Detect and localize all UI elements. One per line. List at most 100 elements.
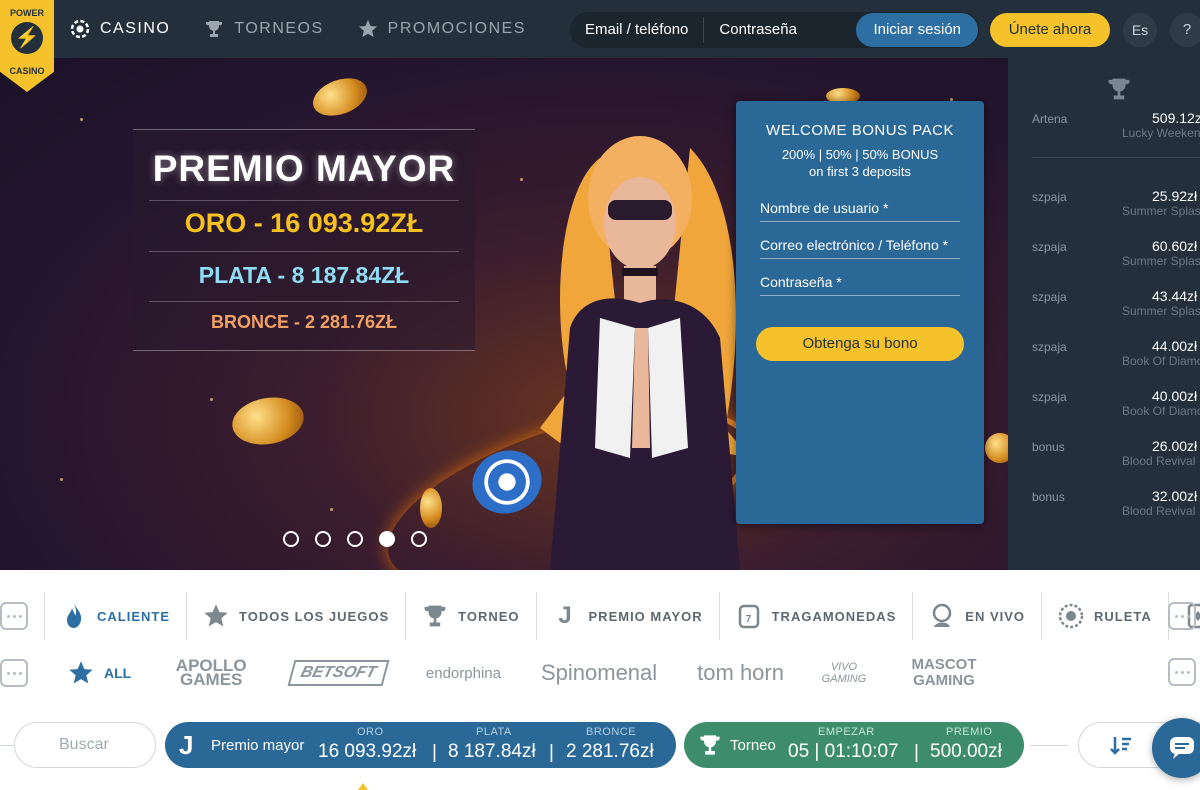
get-bonus-button[interactable]: Obtenga su bono bbox=[756, 327, 964, 361]
category-ruleta[interactable]: RULETA bbox=[1042, 592, 1169, 640]
coin-image bbox=[985, 433, 1008, 463]
live-dealer-icon bbox=[929, 603, 955, 629]
password-field[interactable]: Contraseña * bbox=[760, 274, 960, 296]
category-label: EN VIVO bbox=[965, 608, 1026, 624]
password-field[interactable]: Contraseña bbox=[704, 12, 812, 48]
jackpot-j-icon: J bbox=[558, 602, 573, 629]
category-caliente[interactable]: CALIENTE bbox=[45, 592, 187, 640]
winner-name: szpaja bbox=[1032, 190, 1067, 204]
provider-apollo[interactable]: APOLLO GAMES bbox=[151, 650, 271, 696]
winner-name: bonus bbox=[1032, 490, 1065, 504]
category-label: TRAGAMONEDAS bbox=[771, 608, 897, 624]
prize-value: 500.00zł bbox=[930, 741, 1002, 762]
winner-game: Summer Splash bbox=[1122, 254, 1200, 268]
separator: | bbox=[432, 742, 437, 763]
carousel-dot[interactable] bbox=[283, 531, 299, 547]
email-phone-field[interactable]: Correo electrónico / Teléfono * bbox=[760, 237, 960, 259]
casino-chip-icon bbox=[70, 19, 90, 39]
winner-game: Blood Revival bbox=[1122, 504, 1196, 518]
winner-game: Summer Splash bbox=[1122, 204, 1200, 218]
carousel-dot[interactable] bbox=[315, 531, 331, 547]
username-field[interactable]: Nombre de usuario * bbox=[760, 200, 960, 222]
provider-mascot[interactable]: MASCOT GAMING bbox=[884, 650, 1004, 696]
join-button[interactable]: Únete ahora bbox=[990, 13, 1110, 47]
lightning-icon: ⚡ bbox=[11, 22, 43, 54]
divider bbox=[149, 301, 459, 302]
more-categories-button-right[interactable] bbox=[1168, 602, 1196, 630]
winner-row: bonus 32.00zł Blood Revival bbox=[1032, 488, 1200, 530]
winner-game: Summer Splash bbox=[1122, 304, 1200, 318]
gold-header: ORO bbox=[357, 726, 384, 738]
provider-betsoft[interactable]: BETSOFT bbox=[271, 650, 406, 696]
more-icon bbox=[1168, 658, 1196, 686]
sparkle bbox=[520, 178, 523, 181]
winner-game: Book Of Diamonds bbox=[1122, 404, 1200, 418]
more-categories-button[interactable] bbox=[0, 592, 45, 640]
nav-torneos[interactable]: TORNEOS bbox=[204, 19, 323, 39]
category-tragamonedas[interactable]: 7 TRAGAMONEDAS bbox=[720, 592, 914, 640]
carousel-dot[interactable] bbox=[379, 531, 395, 547]
svg-text:7: 7 bbox=[745, 614, 752, 625]
bonus-title: WELCOME BONUS PACK bbox=[766, 122, 954, 139]
divider bbox=[149, 251, 459, 252]
category-label: RULETA bbox=[1094, 608, 1152, 624]
tournament-ticker-label: Torneo bbox=[730, 737, 776, 754]
bonus-subtitle: 200% | 50% | 50% BONUS bbox=[781, 147, 939, 162]
winner-amount: 25.92zł bbox=[1152, 188, 1198, 204]
provider-endorphina[interactable]: endorphina bbox=[406, 650, 521, 696]
main-nav: CASINO TORNEOS PROMOCIONES bbox=[70, 0, 526, 58]
category-torneo[interactable]: TORNEO bbox=[406, 592, 537, 640]
chat-icon bbox=[1170, 737, 1194, 759]
provider-spinomenal[interactable]: Spinomenal bbox=[521, 650, 677, 696]
divider bbox=[1030, 745, 1068, 746]
tournament-ticker[interactable]: Torneo EMPEZAR 05 | 01:10:07 | PREMIO 50… bbox=[684, 722, 1024, 768]
logo-text-top: POWER bbox=[9, 8, 44, 18]
help-button[interactable]: ? bbox=[1170, 13, 1200, 47]
bonus-subtitle: on first 3 deposits bbox=[809, 164, 911, 179]
search-input[interactable]: Buscar bbox=[14, 722, 156, 768]
winner-game: Book Of Diamonds bbox=[1122, 354, 1200, 368]
language-button[interactable]: Es bbox=[1123, 13, 1157, 47]
jackpot-panel: PREMIO MAYOR ORO - 16 093.92ZŁ PLATA - 8… bbox=[133, 129, 475, 351]
nav-casino-label: CASINO bbox=[100, 20, 171, 37]
jackpot-bronze: BRONCE - 2 281.76ZŁ bbox=[210, 312, 398, 332]
category-en-vivo[interactable]: EN VIVO bbox=[913, 592, 1043, 640]
login-button[interactable]: Iniciar sesión bbox=[856, 13, 978, 47]
category-premio-mayor[interactable]: J PREMIO MAYOR bbox=[537, 592, 720, 640]
slot-machine-icon: 7 bbox=[736, 603, 762, 629]
more-providers-button[interactable] bbox=[0, 650, 48, 696]
trophy-icon bbox=[1108, 78, 1130, 100]
winner-game: Blood Revival bbox=[1122, 454, 1196, 468]
carousel-dot[interactable] bbox=[411, 531, 427, 547]
separator: | bbox=[549, 742, 554, 763]
more-providers-button-right[interactable] bbox=[1168, 658, 1196, 686]
email-field[interactable]: Email / teléfono bbox=[570, 12, 703, 48]
jackpot-ticker[interactable]: J Premio mayor ORO 16 093.92zł | PLATA 8… bbox=[165, 722, 676, 768]
more-icon bbox=[1168, 602, 1196, 630]
winner-row: bonus 26.00zł Blood Revival bbox=[1032, 438, 1200, 480]
hero-character-image bbox=[540, 136, 750, 570]
nav-promociones[interactable]: PROMOCIONES bbox=[358, 19, 526, 39]
jackpot-ticker-label: Premio mayor bbox=[211, 737, 305, 754]
category-tabs: CALIENTE TODOS LOS JUEGOS TORNEO J PREMI… bbox=[0, 592, 1200, 640]
winner-row: szpaja 25.92zł Summer Splash bbox=[1032, 188, 1200, 230]
logo-text-bottom: CASINO bbox=[9, 66, 45, 76]
separator: | bbox=[914, 742, 919, 763]
nav-torneos-label: TORNEOS bbox=[234, 20, 324, 37]
start-header: EMPEZAR bbox=[818, 726, 875, 738]
category-label: TORNEO bbox=[458, 608, 520, 624]
provider-tomhorn[interactable]: tom horn bbox=[677, 650, 804, 696]
provider-all[interactable]: ALL bbox=[48, 650, 151, 696]
category-todos[interactable]: TODOS LOS JUEGOS bbox=[187, 592, 407, 640]
bronze-value: 2 281.76zł bbox=[566, 741, 654, 762]
provider-vivo[interactable]: VIVO GAMING bbox=[804, 650, 884, 696]
winner-name: szpaja bbox=[1032, 240, 1067, 254]
welcome-bonus-form: WELCOME BONUS PACK 200% | 50% | 50% BONU… bbox=[736, 101, 984, 524]
chat-button[interactable] bbox=[1152, 718, 1200, 778]
sparkle bbox=[210, 398, 213, 401]
sparkle bbox=[80, 118, 83, 121]
sort-icon bbox=[1110, 737, 1131, 755]
winner-row: szpaja 60.60zł Summer Splash bbox=[1032, 238, 1200, 280]
carousel-dot[interactable] bbox=[347, 531, 363, 547]
nav-casino[interactable]: CASINO bbox=[70, 19, 170, 39]
